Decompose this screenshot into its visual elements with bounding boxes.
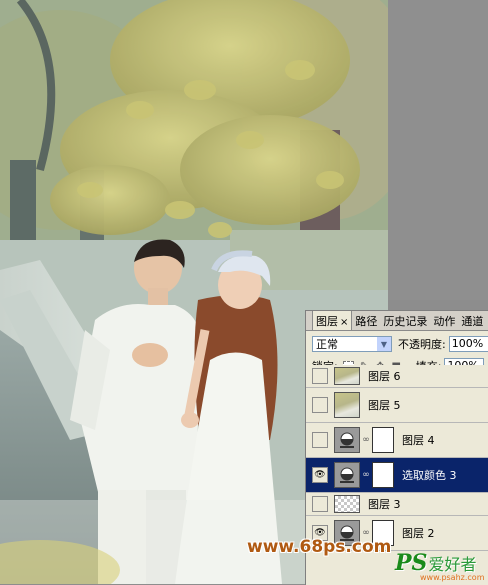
- layer-row[interactable]: 图层 5: [306, 388, 488, 423]
- layers-list: 图层 6 图层 5 ∞ 图层 4 👁 ∞ 选取颜色 3 图层 3 👁 ∞ 图层 …: [306, 365, 488, 551]
- visibility-toggle[interactable]: [312, 496, 328, 512]
- layer-name: 图层 2: [402, 527, 435, 540]
- tab-actions[interactable]: 动作: [430, 311, 458, 330]
- visibility-toggle[interactable]: [312, 368, 328, 384]
- layer-row[interactable]: ∞ 图层 4: [306, 423, 488, 458]
- tab-actions-label: 动作: [433, 315, 456, 328]
- tab-channels-label: 通道: [461, 315, 484, 328]
- layer-name: 选取颜色 3: [402, 469, 457, 482]
- chevron-down-icon[interactable]: ▼: [377, 337, 391, 351]
- close-icon[interactable]: ×: [340, 317, 348, 328]
- layer-thumbnail: [334, 367, 360, 385]
- visibility-toggle[interactable]: [312, 397, 328, 413]
- tab-channels[interactable]: 通道: [458, 311, 486, 330]
- blend-mode-select[interactable]: 正常 ▼: [312, 336, 392, 352]
- tab-paths[interactable]: 路径: [352, 311, 380, 330]
- tab-paths-label: 路径: [355, 315, 378, 328]
- layer-row-selected[interactable]: 👁 ∞ 选取颜色 3: [306, 458, 488, 493]
- adjustment-layer-icon: [334, 427, 360, 453]
- link-icon: ∞: [362, 470, 370, 480]
- layer-row[interactable]: 图层 3: [306, 493, 488, 516]
- layer-mask-thumbnail[interactable]: [372, 427, 394, 453]
- layer-thumbnail: [334, 495, 360, 513]
- blend-opacity-row: 正常 ▼ 不透明度: 100%: [306, 333, 488, 355]
- site-watermark: www.68ps.com: [247, 537, 392, 557]
- visibility-toggle[interactable]: [312, 432, 328, 448]
- link-icon: ∞: [362, 435, 370, 445]
- opacity-label: 不透明度:: [398, 338, 446, 351]
- layer-name: 图层 6: [368, 370, 401, 383]
- layer-name: 图层 3: [368, 498, 401, 511]
- tab-layers[interactable]: 图层 ×: [312, 311, 353, 330]
- layer-mask-thumbnail[interactable]: [372, 462, 394, 488]
- tab-history[interactable]: 历史记录: [380, 311, 430, 330]
- tab-layers-label: 图层: [316, 315, 338, 328]
- layer-row[interactable]: 图层 6: [306, 365, 488, 388]
- opacity-field[interactable]: 100%: [448, 336, 488, 352]
- brand-cn-text: 爱好者: [428, 555, 477, 574]
- adjustment-layer-icon: [334, 462, 360, 488]
- canvas-background-strip: [388, 0, 488, 300]
- layer-name: 图层 5: [368, 399, 401, 412]
- panel-tab-bar: 图层 × 路径 历史记录 动作 通道: [306, 311, 488, 331]
- brand-url-text: www.psahz.com: [420, 573, 485, 582]
- eye-icon[interactable]: 👁: [312, 467, 328, 483]
- tab-history-label: 历史记录: [383, 315, 428, 328]
- blend-mode-value: 正常: [316, 338, 338, 351]
- layer-name: 图层 4: [402, 434, 435, 447]
- layer-thumbnail: [334, 392, 360, 418]
